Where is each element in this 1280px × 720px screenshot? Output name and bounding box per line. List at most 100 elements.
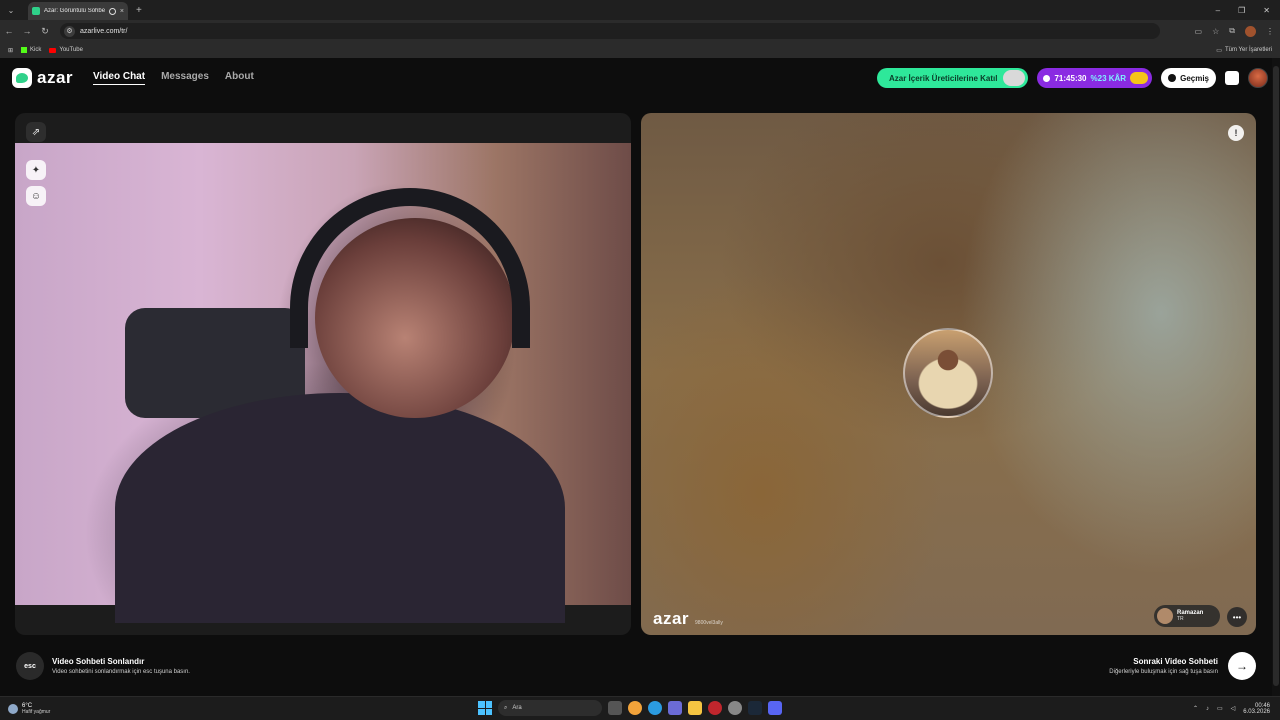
windows-taskbar: 6°C Hafif yağmur ⌕ Ara ⌃ ♪ ▭ ◁ 00:46 6.0…: [0, 696, 1280, 720]
end-chat-title: Video Sohbeti Sonlandır: [52, 657, 145, 666]
system-tray: ⌃ ♪ ▭ ◁ 00:46 6.03.2026: [1193, 703, 1270, 715]
minimize-icon[interactable]: –: [1216, 6, 1220, 15]
browser-tab[interactable]: Azar: Görüntülü Sohbet & Tanı ×: [28, 2, 128, 20]
user-avatar[interactable]: [1248, 68, 1268, 88]
my-camera-feed: [15, 143, 631, 623]
close-window-icon[interactable]: ✕: [1263, 6, 1270, 15]
azar-watermark: azar 9800vel3ally: [653, 609, 723, 629]
all-bookmarks[interactable]: ▭ Tüm Yer İşaretleri: [1216, 47, 1272, 54]
creator-badge-icon: [1003, 70, 1026, 86]
tab-title: Azar: Görüntülü Sohbet & Tanı: [44, 8, 105, 14]
url-field[interactable]: ⚙ azarlive.com/tr/: [60, 23, 1160, 39]
bookmarks-bar: ⊞ Kick YouTube ▭ Tüm Yer İşaretleri: [0, 42, 1280, 58]
offer-button[interactable]: 71:45:30 %23 KÂR: [1037, 68, 1153, 88]
scrollbar-thumb[interactable]: [1273, 66, 1279, 686]
kick-icon: [21, 47, 28, 53]
mic-icon[interactable]: ♪: [1206, 706, 1209, 712]
history-clock-icon: [1168, 74, 1177, 82]
person-body-shape: [115, 393, 565, 623]
main-nav: Video Chat Messages About: [93, 71, 254, 85]
recording-icon: [108, 7, 116, 15]
azar-app: azar Video Chat Messages About Azar İçer…: [0, 58, 1280, 696]
nav-video-chat[interactable]: Video Chat: [93, 71, 146, 85]
apps-grid-icon[interactable]: ⊞: [8, 47, 13, 54]
copilot-icon[interactable]: [668, 701, 682, 715]
my-camera-panel: ⇗ ✦ ☺: [15, 113, 631, 635]
watermark-logo: azar: [653, 609, 690, 628]
page-scrollbar[interactable]: [1272, 58, 1280, 696]
history-button[interactable]: Geçmiş: [1161, 68, 1216, 88]
new-tab-button[interactable]: +: [136, 5, 142, 16]
all-bookmarks-label: Tüm Yer İşaretleri: [1224, 47, 1272, 53]
bookmark-star-icon[interactable]: ☆: [1212, 27, 1219, 36]
cast-icon[interactable]: ▭: [1195, 27, 1203, 36]
offer-discount: %23 KÂR: [1090, 73, 1127, 83]
nav-messages[interactable]: Messages: [161, 71, 209, 85]
address-bar: ← → ↻ ⚙ azarlive.com/tr/ ▭ ☆ ⧉ ⋮: [0, 20, 1280, 42]
extensions-icon[interactable]: ⧉: [1229, 26, 1235, 36]
steam-icon[interactable]: [748, 701, 762, 715]
chat-bubble-icon[interactable]: •••: [1227, 607, 1247, 627]
next-chat-arrow-icon[interactable]: →: [1228, 652, 1256, 680]
weather-desc: Hafif yağmur: [22, 708, 51, 715]
obs-icon[interactable]: [728, 701, 742, 715]
reload-icon[interactable]: ↻: [36, 26, 54, 37]
esc-key-button[interactable]: esc: [16, 652, 44, 680]
next-chat-hint: Sonraki Video Sohbeti Diğerleriyle buluş…: [1109, 652, 1256, 680]
taskbar-search[interactable]: ⌕ Ara: [498, 700, 602, 716]
restore-icon[interactable]: ❐: [1238, 6, 1245, 15]
azar-favicon-icon: [32, 7, 40, 15]
bookmark-label: YouTube: [59, 47, 83, 53]
app-header: azar Video Chat Messages About Azar İçer…: [0, 58, 1280, 98]
tab-search-icon[interactable]: ⌄: [4, 3, 18, 17]
file-explorer-icon[interactable]: [688, 701, 702, 715]
profile-avatar[interactable]: [1245, 25, 1256, 37]
report-icon[interactable]: !: [1228, 125, 1244, 141]
end-chat-hint: esc Video Sohbeti Sonlandır Video sohbet…: [16, 652, 190, 680]
back-icon[interactable]: ←: [0, 26, 18, 36]
forward-icon[interactable]: →: [18, 26, 36, 36]
next-chat-subtitle: Diğerleriyle buluşmak için sağ tuşa bası…: [1109, 669, 1218, 675]
youtube-icon: [49, 47, 57, 53]
bookmark-youtube[interactable]: YouTube: [49, 47, 83, 53]
timer-icon: [1043, 74, 1051, 82]
folder-icon: ▭: [1216, 47, 1222, 54]
magic-filter-icon[interactable]: ✦: [26, 160, 46, 180]
browser-menu-icon[interactable]: ⋮: [1266, 27, 1274, 36]
end-chat-subtitle: Video sohbetini sonlandırmak için esc tu…: [52, 669, 190, 675]
bookmark-kick[interactable]: Kick: [21, 47, 41, 53]
header-actions: Azar İçerik Üreticilerine Katıl 71:45:30…: [876, 68, 1268, 88]
display-icon[interactable]: ▭: [1217, 705, 1223, 712]
swap-camera-icon[interactable]: ⇗: [26, 122, 46, 142]
address-bar-actions: ▭ ☆ ⧉ ⋮: [1195, 25, 1274, 37]
chrome-icon[interactable]: [628, 701, 642, 715]
url-text: azarlive.com/tr/: [80, 27, 128, 35]
nav-about[interactable]: About: [225, 71, 254, 85]
headphones-shape: [290, 188, 530, 348]
site-info-icon[interactable]: ⚙: [64, 25, 75, 37]
tab-close-icon[interactable]: ×: [120, 8, 124, 15]
weather-widget[interactable]: 6°C Hafif yağmur: [8, 703, 50, 715]
peer-profile-chip[interactable]: Ramazan TR: [1154, 605, 1220, 627]
search-icon: ⌕: [504, 704, 508, 711]
creator-cta-button[interactable]: Azar İçerik Üreticilerine Katıl: [876, 68, 1029, 88]
bookmark-label: Kick: [30, 47, 42, 53]
rain-icon: [8, 703, 18, 714]
media-app-icon[interactable]: [708, 701, 722, 715]
discord-icon[interactable]: [768, 701, 782, 715]
search-placeholder: Ara: [512, 705, 522, 711]
tray-chevron-icon[interactable]: ⌃: [1193, 705, 1198, 712]
history-label: Geçmiş: [1180, 73, 1209, 83]
coins-icon: [1130, 72, 1149, 84]
volume-icon[interactable]: ◁: [1231, 705, 1236, 712]
peer-profile-photo: [903, 328, 993, 418]
edge-icon[interactable]: [648, 701, 662, 715]
clock[interactable]: 00:46 6.03.2026: [1243, 703, 1270, 715]
store-icon[interactable]: [1225, 71, 1239, 85]
azar-logo[interactable]: azar: [12, 68, 73, 88]
task-view-icon[interactable]: [608, 701, 622, 715]
next-chat-title: Sonraki Video Sohbeti: [1133, 657, 1218, 666]
sticker-icon[interactable]: ☺: [26, 186, 46, 206]
start-icon[interactable]: [478, 701, 492, 715]
logo-text: azar: [37, 68, 74, 87]
